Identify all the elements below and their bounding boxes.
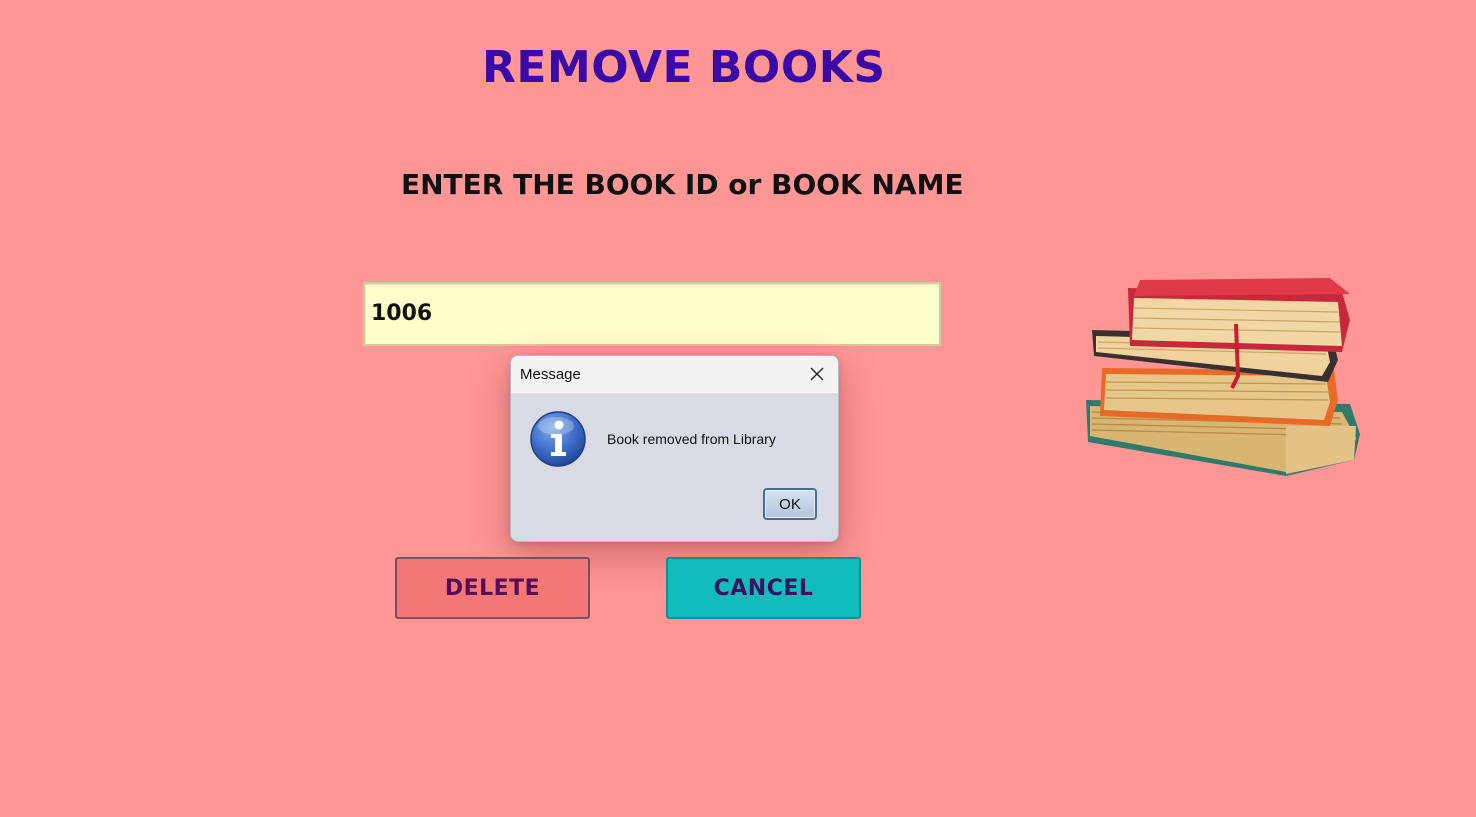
ok-button[interactable]: OK	[763, 488, 817, 520]
book-id-prompt-label: ENTER THE BOOK ID or BOOK NAME	[401, 168, 964, 201]
delete-button[interactable]: DELETE	[395, 557, 590, 619]
page-title: REMOVE BOOKS	[482, 42, 886, 93]
book-id-input[interactable]: 1006	[363, 282, 941, 346]
stack-of-books-icon	[1086, 278, 1360, 476]
dialog-message: Book removed from Library	[607, 431, 776, 447]
cancel-button[interactable]: CANCEL	[666, 557, 861, 619]
dialog-title: Message	[520, 366, 581, 383]
message-dialog: Message Book removed from Library OK	[510, 355, 839, 542]
dialog-titlebar[interactable]: Message	[511, 356, 838, 394]
info-icon	[530, 411, 586, 467]
close-icon[interactable]	[804, 361, 830, 387]
remove-books-window: REMOVE BOOKS ENTER THE BOOK ID or BOOK N…	[0, 0, 1476, 817]
